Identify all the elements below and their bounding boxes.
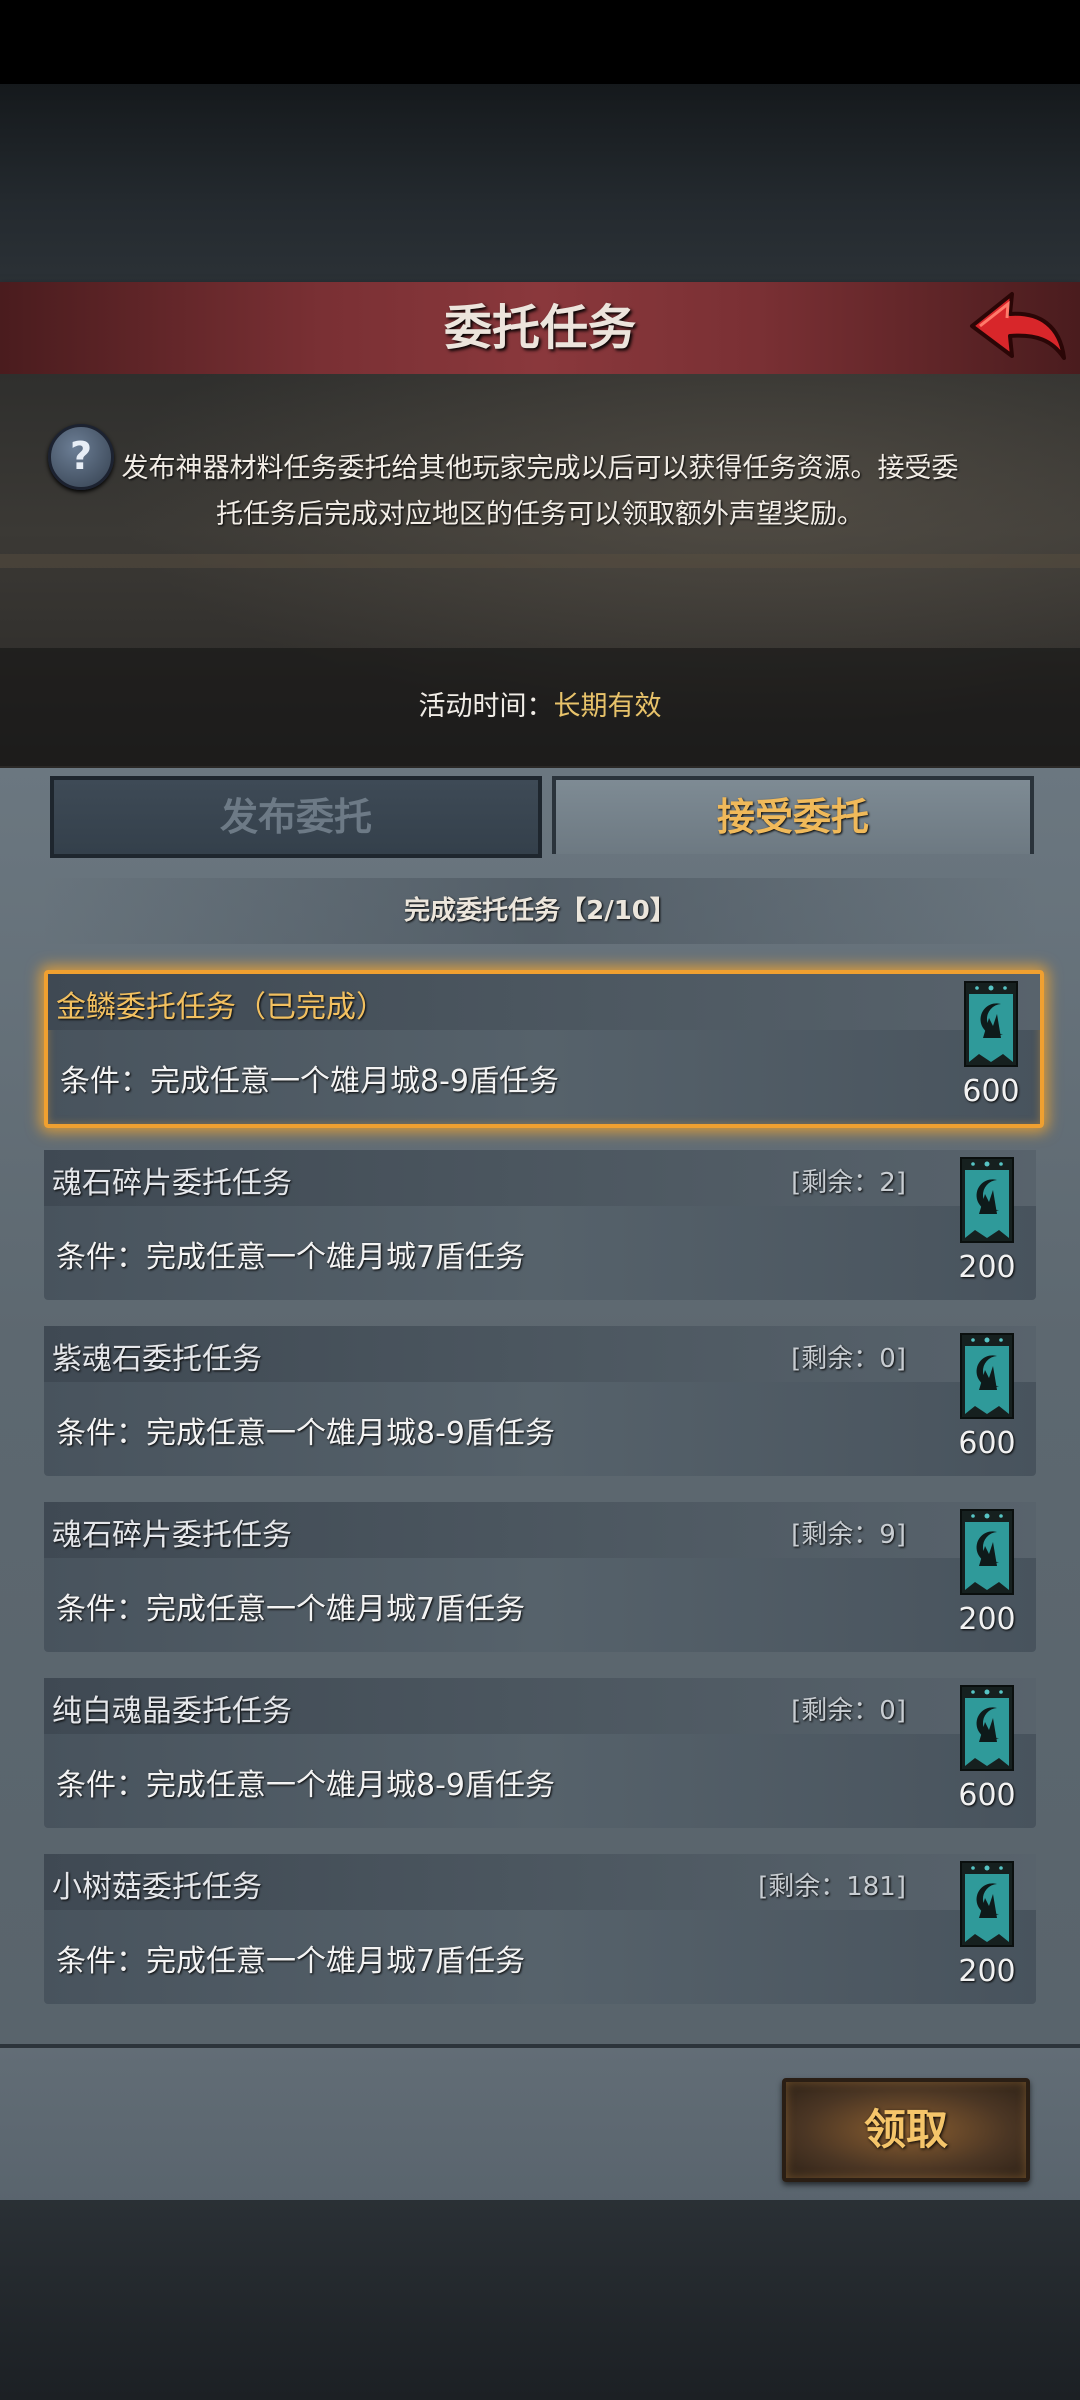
banner-emblem-icon — [964, 981, 1018, 1067]
task-item[interactable]: 紫魂石委托任务 [剩余：0] 条件：完成任意一个雄月城8-9盾任务 600 — [44, 1326, 1036, 1476]
task-condition: 条件：完成任意一个雄月城7盾任务 — [56, 1592, 526, 1627]
reward-amount: 600 — [958, 1426, 1016, 1461]
task-condition: 条件：完成任意一个雄月城7盾任务 — [56, 1944, 526, 1979]
task-name: 紫魂石委托任务 — [52, 1342, 262, 1377]
banner-emblem-icon — [960, 1157, 1014, 1243]
task-reward: 600 — [954, 1332, 1020, 1461]
task-name: 小树菇委托任务 — [52, 1870, 262, 1905]
task-item[interactable]: 金鳞委托任务（已完成） 条件：完成任意一个雄月城8-9盾任务 600 — [44, 970, 1044, 1128]
task-name: 魂石碎片委托任务 — [52, 1518, 292, 1553]
tab-publish[interactable]: 发布委托 — [50, 776, 542, 858]
reward-amount: 600 — [962, 1074, 1020, 1109]
question-icon[interactable]: ? — [48, 424, 114, 490]
task-condition: 条件：完成任意一个雄月城8-9盾任务 — [56, 1768, 555, 1803]
reward-amount: 200 — [958, 1954, 1016, 1989]
task-remaining: [剩余：181] — [758, 1872, 906, 1902]
back-button[interactable] — [960, 286, 1070, 370]
background-shelf — [0, 554, 1080, 568]
task-reward: 600 — [958, 980, 1024, 1109]
reward-amount: 200 — [958, 1602, 1016, 1637]
banner-emblem-icon — [960, 1685, 1014, 1771]
title-bar: 委托任务 — [0, 282, 1080, 377]
tab-accept[interactable]: 接受委托 — [552, 776, 1034, 854]
task-condition: 条件：完成任意一个雄月城8-9盾任务 — [56, 1416, 555, 1451]
task-remaining: [剩余：0] — [791, 1696, 906, 1726]
banner-emblem-icon — [960, 1509, 1014, 1595]
task-reward: 600 — [954, 1684, 1020, 1813]
reward-amount: 600 — [958, 1778, 1016, 1813]
banner-emblem-icon — [960, 1333, 1014, 1419]
task-name: 纯白魂晶委托任务 — [52, 1694, 292, 1729]
time-label: 活动时间： — [418, 691, 554, 722]
bottom-bar: 领取 — [0, 2044, 1080, 2204]
task-name: 魂石碎片委托任务 — [52, 1166, 292, 1201]
info-banner: ? 发布神器材料任务委托给其他玩家完成以后可以获得任务资源。接受委托任务后完成对… — [0, 374, 1080, 768]
back-arrow-icon — [970, 292, 1066, 360]
task-remaining: [剩余：2] — [791, 1168, 906, 1198]
task-item[interactable]: 纯白魂晶委托任务 [剩余：0] 条件：完成任意一个雄月城8-9盾任务 600 — [44, 1678, 1036, 1828]
task-condition: 条件：完成任意一个雄月城7盾任务 — [56, 1240, 526, 1275]
task-remaining: [剩余：0] — [791, 1344, 906, 1374]
task-condition: 条件：完成任意一个雄月城8-9盾任务 — [60, 1064, 559, 1099]
description-text: 发布神器材料任务委托给其他玩家完成以后可以获得任务资源。接受委托任务后完成对应地… — [121, 453, 959, 530]
task-item[interactable]: 魂石碎片委托任务 [剩余：2] 条件：完成任意一个雄月城7盾任务 200 — [44, 1150, 1036, 1300]
task-name: 金鳞委托任务（已完成） — [56, 990, 386, 1025]
task-panel: 发布委托 接受委托 完成委托任务【2/10】 金鳞委托任务（已完成） 条件：完成… — [0, 768, 1080, 2200]
claim-button[interactable]: 领取 — [782, 2078, 1030, 2182]
task-item[interactable]: 小树菇委托任务 [剩余：181] 条件：完成任意一个雄月城7盾任务 200 — [44, 1854, 1036, 2004]
progress-text: 完成委托任务【2/10】 — [40, 878, 1040, 944]
time-value: 长期有效 — [553, 691, 662, 722]
banner-emblem-icon — [960, 1861, 1014, 1947]
activity-time: 活动时间：长期有效 — [0, 648, 1080, 766]
top-background — [0, 84, 1080, 284]
task-item[interactable]: 魂石碎片委托任务 [剩余：9] 条件：完成任意一个雄月城7盾任务 200 — [44, 1502, 1036, 1652]
reward-amount: 200 — [958, 1250, 1016, 1285]
task-reward: 200 — [954, 1860, 1020, 1989]
task-remaining: [剩余：9] — [791, 1520, 906, 1550]
page-title: 委托任务 — [443, 300, 636, 356]
task-reward: 200 — [954, 1508, 1020, 1637]
task-reward: 200 — [954, 1156, 1020, 1285]
status-bar — [0, 0, 1080, 84]
bottom-background — [0, 2200, 1080, 2400]
